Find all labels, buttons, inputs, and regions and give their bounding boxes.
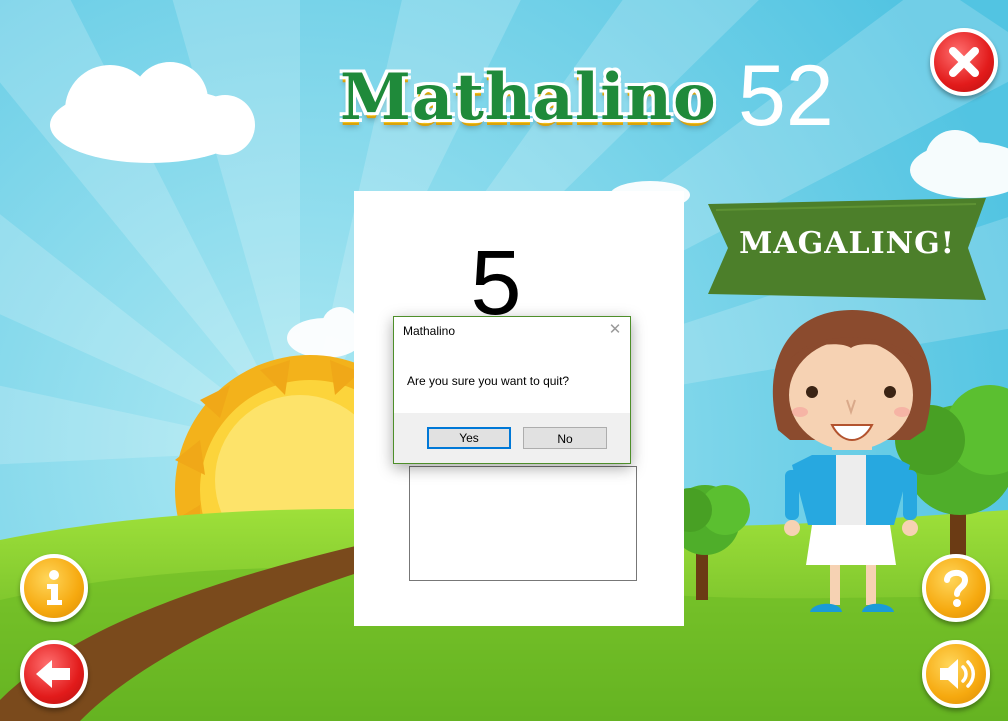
dialog-message: Are you sure you want to quit? [407, 374, 570, 388]
help-button[interactable] [922, 554, 990, 622]
no-button[interactable]: No [523, 427, 607, 449]
yes-button[interactable]: Yes [427, 427, 511, 449]
sound-icon [940, 659, 975, 689]
dialog-close-icon[interactable]: ✕ [606, 321, 624, 339]
dialog-title: Mathalino [403, 324, 456, 338]
game-title: Mathalino [340, 60, 717, 135]
close-icon [949, 47, 979, 77]
score-display: 52 [738, 48, 834, 144]
help-icon [944, 569, 969, 607]
close-button[interactable] [930, 28, 998, 96]
answer-input[interactable] [409, 466, 637, 581]
feedback-text: MAGALING! [739, 226, 955, 261]
back-button[interactable] [20, 640, 88, 708]
sound-button[interactable] [922, 640, 990, 708]
info-icon [47, 570, 62, 605]
feedback-banner: MAGALING! [708, 198, 986, 302]
back-arrow-icon [36, 660, 70, 688]
quit-dialog: Mathalino ✕ Are you sure you want to qui… [393, 316, 631, 464]
info-button[interactable] [20, 554, 88, 622]
